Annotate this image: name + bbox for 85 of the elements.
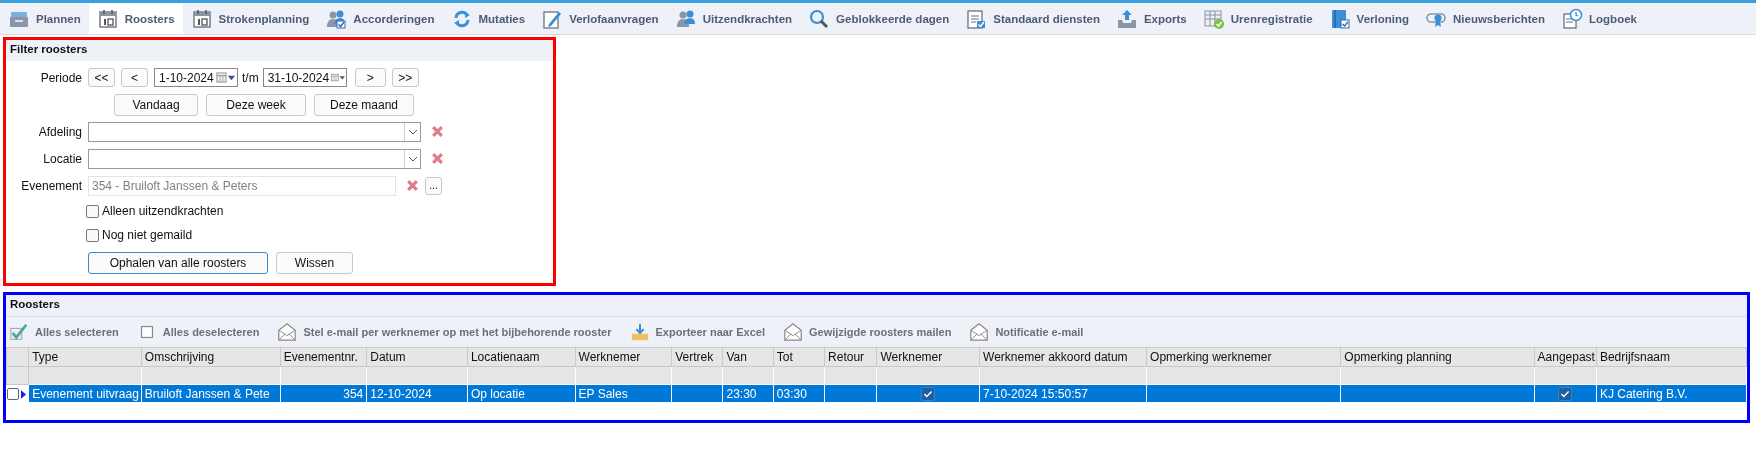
menu-tab[interactable]: Nieuwsberichten <box>1417 3 1554 34</box>
checkbox[interactable] <box>1558 386 1573 401</box>
period-button[interactable]: Deze maand <box>314 93 414 116</box>
search-icon <box>808 7 831 30</box>
chevron-down-icon <box>407 155 418 162</box>
checkbox-label: Alleen uitzendkrachten <box>102 204 224 218</box>
column-header[interactable]: Werknemer <box>575 347 672 367</box>
fetch-button[interactable]: Ophalen van alle roosters <box>88 252 268 274</box>
menu-tab[interactable]: Verloning <box>1320 3 1417 34</box>
toolbar-button[interactable]: Exporteer naar Excel <box>629 322 765 342</box>
clock-note-icon <box>1561 7 1584 30</box>
column-header[interactable]: Opmerking planning <box>1340 347 1535 367</box>
column-header[interactable]: Datum <box>366 347 468 367</box>
clear-icon[interactable] <box>431 125 444 138</box>
toolbar-button[interactable]: Alles selecteren <box>9 322 119 342</box>
clear-button[interactable]: Wissen <box>276 252 353 274</box>
next-button[interactable]: > <box>354 68 386 87</box>
column-header[interactable]: Locatienaam <box>467 347 576 367</box>
column-header[interactable]: Retour <box>824 347 877 367</box>
column-header[interactable]: Werknemer akkoord datum <box>979 347 1147 367</box>
checkbox[interactable] <box>86 228 99 242</box>
check-icon <box>9 322 29 342</box>
menu-tab[interactable]: Uitzendkrachten <box>666 3 801 34</box>
menu-tab[interactable]: Exports <box>1107 3 1195 34</box>
calendar-icon <box>331 72 346 83</box>
column-header[interactable]: Opmerking werknemer <box>1146 347 1341 367</box>
column-header[interactable]: Omschrijving <box>141 347 281 367</box>
clipboard-icon <box>965 7 988 30</box>
checkbox-label: Nog niet gemaild <box>102 228 193 242</box>
calendar-icon <box>215 72 236 83</box>
field-label: Afdeling <box>37 124 82 139</box>
menu-tab[interactable]: Plannen <box>0 3 89 34</box>
column-header[interactable]: Vertrek <box>671 347 723 367</box>
current-row-icon <box>21 389 26 399</box>
checkbox[interactable] <box>86 204 99 218</box>
dropdown-field[interactable] <box>88 121 421 142</box>
grid-check-icon <box>1202 7 1225 30</box>
toolbar-button[interactable]: Gewijzigde roosters mailen <box>782 322 952 342</box>
envelope-icon <box>277 322 298 342</box>
last-button[interactable]: >> <box>391 68 419 87</box>
menu-tab[interactable]: Strokenplanning <box>182 3 318 34</box>
envelope-icon <box>969 322 990 342</box>
table-row[interactable]: Evenement uitvraag Bruiloft Janssen & Pete 354 12-10-2024 Op locatie EP Sales 23:30 03:30 7-10-2024 15:50:57 KJ Catering B.V. <box>6 384 1747 403</box>
column-header[interactable]: Werknemer <box>876 347 980 367</box>
range-label: t/m <box>242 70 259 85</box>
calendar-icon <box>190 7 213 30</box>
period-button[interactable]: Vandaag <box>114 93 198 116</box>
dropdown-field[interactable] <box>88 148 421 169</box>
column-header[interactable]: Tot <box>773 347 825 367</box>
checkbox[interactable] <box>921 386 936 401</box>
field-label: Locatie <box>42 151 82 166</box>
toolbar-button[interactable]: Stel e-mail per werknemer op met het bijbehorende rooster <box>277 322 612 342</box>
field-label: Periode <box>39 70 82 85</box>
field-label: Evenement <box>20 178 82 193</box>
previous-button[interactable]: < <box>121 68 148 87</box>
row-checkbox[interactable] <box>7 388 19 401</box>
envelope-icon <box>782 322 803 342</box>
column-header[interactable]: Type <box>28 347 142 367</box>
date-field[interactable]: 31-10-2024 <box>262 68 347 87</box>
menu-tab[interactable]: Accorderingen <box>317 3 443 34</box>
first-button[interactable]: << <box>88 68 115 87</box>
upload-icon <box>1115 7 1138 30</box>
column-header[interactable]: Evenementnr. <box>280 347 367 367</box>
panel-title: Roosters <box>6 295 1747 316</box>
menu-tab[interactable]: Mutaties <box>442 3 534 34</box>
clear-icon[interactable] <box>431 152 444 165</box>
chevron-down-icon <box>407 128 418 135</box>
column-header[interactable]: Bedrijfsnaam <box>1596 347 1747 367</box>
clear-icon[interactable] <box>406 179 419 192</box>
download-icon <box>629 322 650 342</box>
calendar-icon <box>96 7 119 30</box>
column-header[interactable]: Aangepast <box>1534 347 1597 367</box>
menu-tab[interactable]: Logboek <box>1553 3 1645 34</box>
menu-tab[interactable]: Verlofaanvragen <box>533 3 667 34</box>
period-button[interactable]: Deze week <box>206 93 306 116</box>
column-header[interactable]: Van <box>722 347 774 367</box>
toolbar-button[interactable]: Notificatie e-mail <box>969 322 1084 342</box>
menu-tab[interactable]: Urenregistratie <box>1194 3 1321 34</box>
toolbar-button[interactable]: Alles deselecteren <box>136 322 260 342</box>
menu-tab[interactable]: Geblokkeerde dagen <box>800 3 958 34</box>
menu-tab[interactable]: Standaard diensten <box>957 3 1108 34</box>
date-field[interactable]: 1-10-2024 <box>154 68 238 87</box>
browse-button[interactable]: ... <box>425 176 442 195</box>
panel-title: Filter roosters <box>6 40 553 61</box>
menu-tab[interactable]: Roosters <box>88 3 183 34</box>
